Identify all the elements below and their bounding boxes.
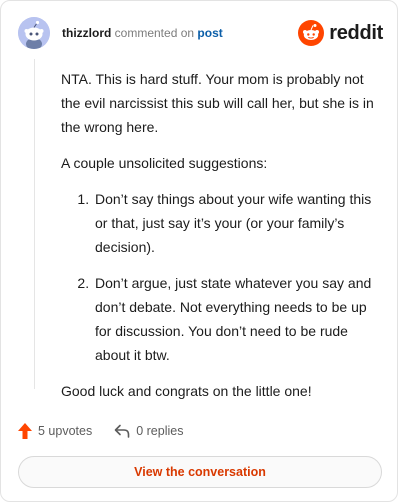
upvote-count: 5 upvotes: [38, 424, 93, 438]
byline: thizzlord commented on post: [62, 26, 223, 40]
replies-button[interactable]: 0 replies: [114, 424, 183, 438]
comment-paragraph-intro: NTA. This is hard stuff. Your mom is pro…: [61, 71, 374, 135]
list-item: Don’t argue, just state whatever you say…: [93, 271, 379, 367]
comment-paragraph-closing: Good luck and congrats on the little one…: [61, 383, 312, 399]
byline-action: commented on: [114, 26, 195, 40]
comment-actions: 5 upvotes 0 replies: [18, 421, 183, 441]
reply-count: 0 replies: [136, 424, 184, 438]
snoo-avatar-icon[interactable]: [18, 17, 50, 49]
upvote-button[interactable]: 5 upvotes: [18, 423, 92, 439]
post-link[interactable]: post: [197, 26, 222, 40]
suggestion-list: Don’t say things about your wife wanting…: [61, 187, 379, 367]
view-conversation-button[interactable]: View the conversation: [18, 456, 382, 488]
reddit-snoo-icon: [298, 20, 325, 46]
comment-header: thizzlord commented on post reddit: [18, 17, 383, 53]
reddit-logo[interactable]: reddit: [298, 20, 383, 46]
thread-line: [34, 59, 35, 389]
comment-paragraph-lead: A couple unsolicited suggestions:: [61, 155, 268, 171]
comment-embed-card: thizzlord commented on post reddit NTA. …: [0, 0, 398, 502]
reply-arrow-icon: [114, 424, 130, 438]
reddit-wordmark: reddit: [329, 21, 383, 44]
list-item: Don’t say things about your wife wanting…: [93, 187, 379, 259]
comment-body: NTA. This is hard stuff. Your mom is pro…: [61, 67, 379, 415]
upvote-arrow-icon: [18, 423, 32, 439]
username-link[interactable]: thizzlord: [62, 26, 111, 40]
